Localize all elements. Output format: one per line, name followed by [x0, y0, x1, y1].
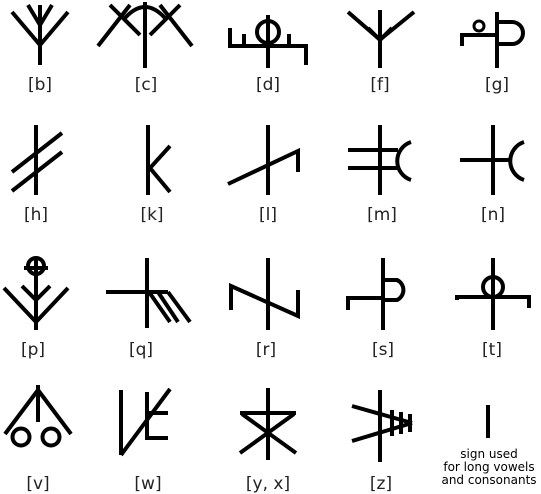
- label-r: [r]: [255, 340, 277, 360]
- label-d: [d]: [255, 75, 281, 95]
- glyph-k: [146, 125, 172, 195]
- label-s: [s]: [371, 340, 395, 360]
- glyph-w: [119, 387, 172, 457]
- glyph-f: [346, 10, 416, 68]
- glyph-s: [346, 258, 406, 330]
- long-sign-note-line3: and consonants: [441, 473, 537, 487]
- glyph-t: [455, 258, 531, 330]
- label-yx: [y, x]: [245, 474, 291, 494]
- glyph-b: [10, 3, 70, 65]
- glyph-n: [460, 125, 525, 195]
- label-m: [m]: [367, 205, 397, 225]
- long-sign-note: sign used for long vowels and consonants: [430, 448, 541, 487]
- glyph-h: [10, 125, 64, 195]
- label-z: [z]: [369, 474, 393, 494]
- label-l: [l]: [259, 205, 277, 225]
- label-c: [c]: [134, 75, 158, 95]
- label-q: [q]: [128, 340, 154, 360]
- glyph-yx: [238, 388, 298, 460]
- label-b: [b]: [27, 75, 53, 95]
- glyph-c: [96, 2, 194, 68]
- label-v: [v]: [26, 474, 50, 494]
- label-g: [g]: [484, 75, 510, 95]
- label-w: [w]: [134, 474, 162, 494]
- label-h: [h]: [23, 205, 49, 225]
- glyph-v: [3, 385, 73, 448]
- glyph-q: [106, 258, 192, 328]
- label-n: [n]: [480, 205, 506, 225]
- label-k: [k]: [140, 205, 164, 225]
- glyph-m: [348, 125, 412, 195]
- glyph-g: [460, 12, 525, 68]
- glyph-l: [227, 125, 300, 195]
- glyph-d: [228, 15, 308, 68]
- glyph-z: [351, 390, 413, 462]
- glyph-r: [229, 258, 300, 330]
- label-t: [t]: [482, 340, 502, 360]
- label-p: [p]: [20, 340, 46, 360]
- glyph-p: [2, 256, 70, 330]
- label-f: [f]: [370, 75, 390, 95]
